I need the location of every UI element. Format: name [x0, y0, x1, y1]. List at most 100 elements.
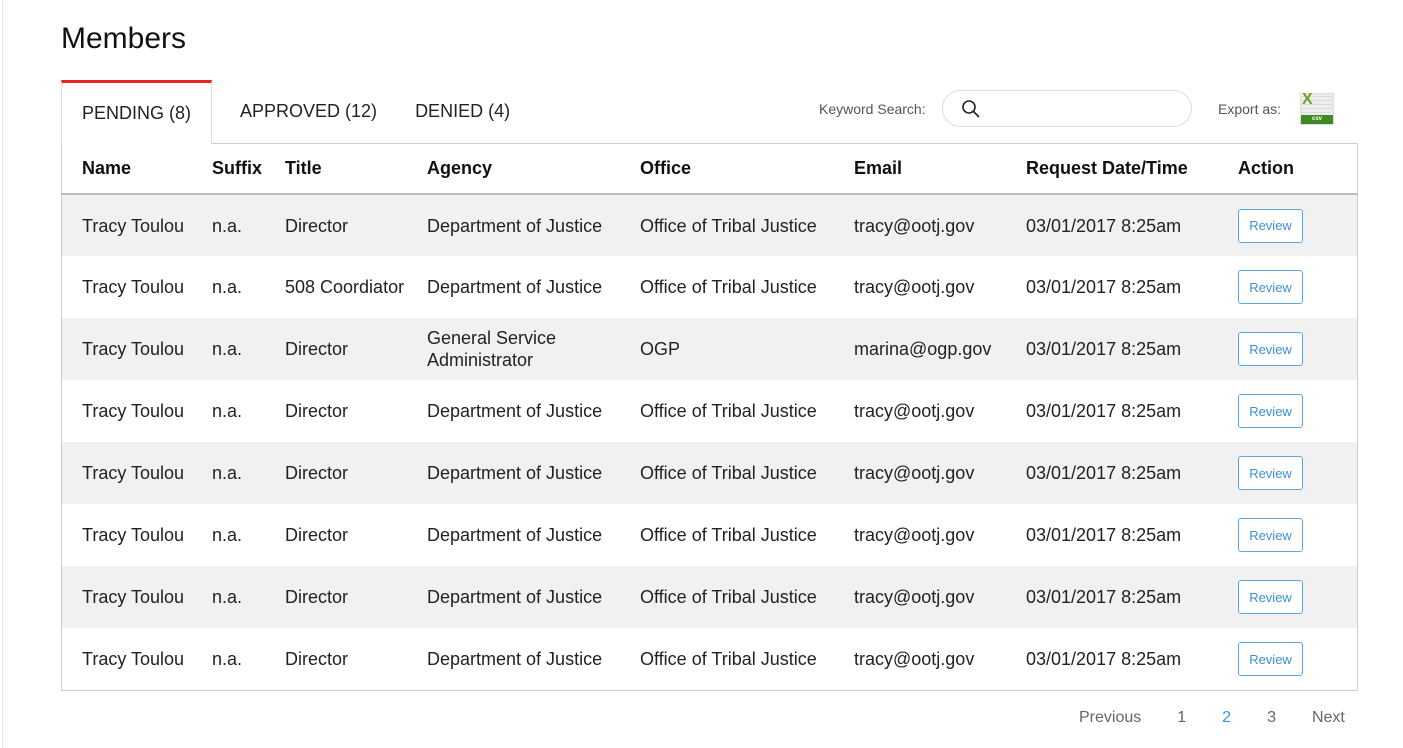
cell-action: Review	[1238, 256, 1357, 318]
table-row: Tracy Toulou n.a. Director Department of Ju…	[62, 566, 1357, 628]
cell-title: Director	[285, 566, 427, 628]
cell-suffix: n.a.	[212, 277, 243, 297]
cell-date: 03/01/2017 8:25am	[1026, 525, 1182, 545]
review-button[interactable]: Review	[1238, 208, 1303, 243]
cell-email: tracy@ootj.gov	[854, 442, 1026, 504]
members-table: Name Suffix Title Agency Office Email Request …	[61, 143, 1358, 691]
review-button[interactable]: Review	[1238, 642, 1303, 676]
pagination: Previous 1 2 3 Next	[1079, 709, 1345, 727]
cell-suffix: n.a.	[212, 566, 285, 628]
tab-approved[interactable]: APPROVED (12)	[212, 80, 397, 143]
cell-name: Tracy Toulou	[62, 194, 212, 256]
cell-action: Review	[1238, 318, 1357, 380]
page-edge	[2, 0, 3, 748]
cell-email: tracy@ootj.gov	[854, 525, 975, 545]
next-page[interactable]: Next	[1312, 709, 1345, 727]
cell-agency: Department of Justice	[427, 401, 603, 421]
column-header: Name	[62, 144, 212, 195]
cell-office: Office of Tribal Justice	[640, 649, 817, 669]
cell-agency: Department of Justice	[427, 525, 603, 545]
cell-name: Tracy Toulou	[62, 442, 212, 504]
cell-title: Director	[285, 401, 349, 421]
cell-date: 03/01/2017 8:25am	[1026, 566, 1238, 628]
cell-title: Director	[285, 649, 349, 669]
cell-action: Review	[1238, 442, 1357, 504]
previous-page[interactable]: Previous	[1079, 709, 1141, 727]
column-header: Action	[1238, 144, 1357, 195]
page-3[interactable]: 3	[1267, 709, 1276, 727]
excel-csv-icon[interactable]: X csv	[1300, 91, 1334, 125]
excel-x-glyph: X	[1302, 91, 1313, 108]
table-header: Name Suffix Title Agency Office Email Request …	[62, 144, 1357, 195]
column-header: Email	[854, 144, 1026, 195]
table-row: Tracy Toulou n.a. Director Department of Ju…	[62, 380, 1357, 442]
cell-name: Tracy Toulou	[82, 649, 185, 669]
cell-action: Review	[1238, 194, 1357, 256]
cell-date: 03/01/2017 8:25am	[1026, 649, 1182, 669]
cell-agency: General Service Administrator	[427, 318, 640, 380]
csv-label: csv	[1301, 115, 1333, 124]
page-title: Members	[61, 22, 187, 55]
cell-action: Review	[1238, 566, 1357, 628]
cell-title: Director	[285, 194, 427, 256]
review-button[interactable]: Review	[1238, 456, 1303, 490]
cell-name: Tracy Toulou	[82, 401, 185, 421]
cell-suffix: n.a.	[212, 649, 243, 669]
cell-date: 03/01/2017 8:25am	[1026, 277, 1182, 297]
column-header: Office	[640, 144, 854, 195]
cell-agency: Department of Justice	[427, 277, 603, 297]
cell-name: Tracy Toulou	[62, 318, 212, 380]
review-button[interactable]: Review	[1238, 394, 1303, 428]
search-icon	[962, 99, 980, 118]
search-input[interactable]	[989, 100, 1191, 117]
cell-agency: Department of Justice	[427, 649, 603, 669]
tab-bar: PENDING (8) APPROVED (12) DENIED (4)	[61, 80, 530, 144]
cell-suffix: n.a.	[212, 401, 243, 421]
cell-action: Review	[1238, 380, 1357, 442]
table-row: Tracy Toulou n.a. Director General Service …	[62, 318, 1357, 380]
cell-suffix: n.a.	[212, 525, 243, 545]
cell-office: Office of Tribal Justice	[640, 401, 817, 421]
cell-office: Office of Tribal Justice	[640, 194, 854, 256]
tab-pending[interactable]: PENDING (8)	[61, 80, 213, 144]
export-label: Export as:	[1218, 101, 1282, 117]
cell-agency: Department of Justice	[427, 442, 640, 504]
search-label: Keyword Search:	[819, 101, 926, 117]
cell-office: Office of Tribal Justice	[640, 525, 817, 545]
tab-denied[interactable]: DENIED (4)	[397, 80, 530, 143]
search-box[interactable]	[942, 90, 1192, 127]
cell-email: marina@ogp.gov	[854, 318, 1026, 380]
cell-office: Office of Tribal Justice	[640, 566, 854, 628]
table-row: Tracy Toulou n.a. Director Department of Ju…	[62, 628, 1357, 690]
cell-office: Office of Tribal Justice	[640, 442, 854, 504]
review-button[interactable]: Review	[1238, 332, 1303, 366]
cell-office: Office of Tribal Justice	[640, 277, 817, 297]
cell-date: 03/01/2017 8:25am	[1026, 442, 1238, 504]
cell-date: 03/01/2017 8:25am	[1026, 401, 1182, 421]
cell-title: Director	[285, 525, 349, 545]
cell-email: tracy@ootj.gov	[854, 277, 975, 297]
cell-suffix: n.a.	[212, 318, 285, 380]
review-button[interactable]: Review	[1238, 580, 1303, 614]
review-button[interactable]: Review	[1238, 518, 1303, 552]
cell-name: Tracy Toulou	[82, 277, 185, 297]
cell-suffix: n.a.	[212, 194, 285, 256]
cell-office: OGP	[640, 318, 854, 380]
cell-title: Director	[285, 442, 427, 504]
cell-date: 03/01/2017 8:25am	[1026, 318, 1238, 380]
cell-name: Tracy Toulou	[82, 525, 185, 545]
review-button[interactable]: Review	[1238, 270, 1303, 304]
cell-title: Director	[285, 318, 427, 380]
cell-name: Tracy Toulou	[62, 566, 212, 628]
cell-suffix: n.a.	[212, 442, 285, 504]
page-1[interactable]: 1	[1177, 709, 1186, 727]
cell-title: 508 Coordiator	[285, 277, 405, 297]
cell-agency: Department of Justice	[427, 566, 640, 628]
table-row: Tracy Toulou n.a. Director Department of Ju…	[62, 504, 1357, 566]
cell-email: tracy@ootj.gov	[854, 649, 975, 669]
table-row: Tracy Toulou n.a. Director Department of Ju…	[62, 442, 1357, 504]
page-2-current[interactable]: 2	[1222, 709, 1231, 727]
cell-date: 03/01/2017 8:25am	[1026, 194, 1238, 256]
cell-agency: Department of Justice	[427, 194, 640, 256]
column-header: Suffix	[212, 144, 285, 195]
